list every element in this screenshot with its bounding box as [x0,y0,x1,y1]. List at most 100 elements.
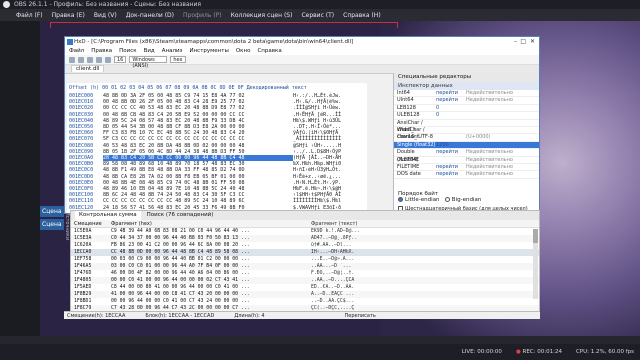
display-mode-select[interactable]: hex [170,56,186,63]
results-scrollbar[interactable] [533,229,538,299]
menu-profile[interactable]: Профиль (P) [183,12,222,19]
hex-row[interactable]: 001EC0D0 48 8B CA E8 2B 7A 02 00 8B F8 EB… [69,174,341,180]
hex-row-bytes[interactable]: 40 53 48 83 EC 20 8B DA 48 8B 0D 02 00 0… [103,143,293,149]
hxd-menu-file[interactable]: Файл [69,47,84,55]
hxd-menu-window[interactable]: Окно [236,47,251,55]
hex-row-bytes[interactable]: 5F C3 CC CC CC CC CC CC CC CC CC CC CC C… [103,136,293,142]
inspector-val[interactable]: 1200 [436,142,466,148]
hex-row-bytes[interactable]: 8B 6C 24 48 48 8B 74 24 50 48 83 C4 30 5… [103,192,293,198]
hxd-menu-view[interactable]: Вид [144,47,155,55]
inspector-row[interactable]: ULEB128 0 [394,112,539,120]
inspector-row[interactable]: UInt64 перейти Недействительно [394,97,539,105]
inspector-val[interactable] [436,127,466,133]
menu-docks[interactable]: Док-панели (D) [126,12,174,19]
hex-row-bytes[interactable]: 00 48 8B 4E 08 48 85 C9 74 0C 48 8B 01 F… [103,180,293,186]
inspector-row[interactable]: DOS date перейти Недействительно [394,171,539,179]
hex-row-bytes[interactable]: 00 CC CC CC 40 53 48 83 EC 20 48 8B D9 E… [103,105,293,111]
big-endian-radio[interactable] [444,197,450,202]
tab-checksum[interactable]: Контрольная сумма [75,211,141,220]
hex-row-text[interactable]: H‹ñI‹èH‹Ú3ÿH…Òt. [293,167,341,173]
special-editors-tab[interactable]: Специальные редакторы [394,73,539,82]
hex-row[interactable]: 001EC0E0 00 48 8B 4E 08 48 85 C9 74 0C 48… [69,180,341,186]
col-hex[interactable]: Фрагмент (hex) [111,220,311,227]
menu-edit[interactable]: Правка (E) [52,12,85,19]
scene-tab[interactable]: Сцена [40,206,64,217]
result-row[interactable]: 1F8B29 41 00 00 96 44 00 00 C8 41 C7 43 2… [71,291,539,298]
encoding-select[interactable]: Windows (ANSI) [129,56,168,69]
result-row[interactable]: 1F4805 00 00 C0 41 00 00 96 44 00 00 00 0… [71,277,539,284]
hex-row-bytes[interactable]: 00 48 8B CB 48 83 C4 20 5B E9 52 00 00 0… [103,112,293,118]
file-tab[interactable]: client.dll [71,65,105,72]
hxd-menu-analysis[interactable]: Анализ [162,47,183,55]
hex-row-text[interactable]: H‰\$.WHƒì H‹ù3ÛL [293,118,341,124]
hex-row-text[interactable]: H‹Êè+z..‹øë.¿... [293,174,341,180]
col-text[interactable]: Фрагмент (текст) [311,220,531,227]
inspector-val[interactable] [436,120,466,126]
hex-row-text[interactable]: _ÃÌÌÌÌÌÌÌÌÌÌÌÌÌÌ [293,136,341,142]
hex-row-bytes[interactable]: 89 58 08 48 89 68 10 48 89 70 18 57 48 8… [103,161,293,167]
hex-row-bytes[interactable]: 48 8B 0D 3A 2F 05 00 48 85 C9 74 15 E8 4… [103,93,293,99]
result-row[interactable]: 1F5AED C8 44 00 00 80 41 00 00 96 44 00 0… [71,284,539,291]
hex-row-bytes[interactable]: 48 89 46 10 EB 04 48 89 7E 10 48 8B 5C 2… [103,186,293,192]
hex-row[interactable]: 001EC080 40 53 48 83 EC 20 8B DA 48 8B 0D… [69,143,341,149]
scene-tab-active[interactable]: Сцена [40,219,64,230]
inspector-val[interactable]: перейти [436,171,466,177]
menu-view[interactable]: Вид (V) [94,12,117,19]
result-row[interactable]: 1F46A5 03 00 C0 C0 01 00 00 96 44 A0 7F B… [71,263,539,270]
hex-row[interactable]: 001EC020 00 CC CC CC 40 53 48 83 EC 20 48… [69,105,341,111]
new-file-icon[interactable] [69,56,75,63]
menu-help[interactable]: Справка (H) [343,12,381,19]
result-row[interactable]: 1EF758 00 03 00 C9 00 00 96 44 40 BB 01 C… [71,256,539,263]
inspector-val[interactable]: перейти [436,149,466,155]
result-row[interactable]: 1F8BD1 00 00 96 44 00 00 C0 41 00 C7 43 2… [71,298,539,305]
hex-row-text[interactable]: .H‹ËHƒÄ [éR...ÌÌ [293,112,341,118]
hex-editor-view[interactable]: Offset (h) 00 01 02 03 04 05 06 07 08 09… [67,83,367,213]
hex-row[interactable]: 001EC030 00 48 8B CB 48 83 C4 20 5B E9 52… [69,112,341,118]
inspector-row[interactable]: OLETIME Недействительно [394,157,539,164]
save-icon[interactable] [87,56,93,63]
hxd-menu-help[interactable]: Справка [257,47,281,55]
inspector-val[interactable]: перейти [436,164,466,170]
hex-row-bytes[interactable]: 8B 05 1B 2F 05 00 4C 8D 44 24 38 48 8B D… [103,149,293,155]
hex-row[interactable]: 001EC040 48 89 5C 24 08 57 48 83 EC 20 48… [69,118,341,124]
close-icon[interactable]: ✕ [530,37,535,47]
bytes-per-row-select[interactable]: 16 [114,56,127,63]
inspector-val[interactable]: 0 [436,112,466,118]
hex-row-bytes[interactable]: FF C3 83 FB 10 7C EC 48 8B 5C 24 30 48 8… [103,130,293,136]
inspector-row[interactable]: LEB128 0 [394,105,539,113]
little-endian-radio[interactable] [398,197,403,202]
hex-row-bytes[interactable]: 48 89 5C 24 08 57 48 83 EC 20 48 8B F9 3… [103,118,293,124]
hex-row-text[interactable]: @SHƒì ‹ÚH‹.....H [293,143,341,149]
hex-row-bytes[interactable]: 48 8B CA E8 2B 7A 02 00 8B F8 EB 05 BF 0… [103,174,293,180]
maximize-icon[interactable]: □ [520,37,526,47]
hex-row-bytes[interactable]: 00 48 8B 0D 26 2F 05 00 48 83 C4 28 E9 2… [103,99,293,105]
menu-tools[interactable]: Сервис (T) [301,12,334,19]
hex-row-text[interactable]: ‹../..L.D$8H‹ÓÿP [293,149,341,155]
inspector-val[interactable] [436,157,466,163]
result-row[interactable]: 1F476D 46 00 D0 4F 82 00 00 96 44 40 A6 0… [71,270,539,277]
minimize-icon[interactable]: – [514,37,517,47]
inspector-row[interactable]: WideChar / char16_t [394,127,539,140]
hex-row[interactable]: 001EC090 8B 05 1B 2F 05 00 4C 8D 44 24 38… [69,149,341,155]
open-file-icon[interactable] [78,56,84,63]
inspector-row[interactable]: Символ UTF-8 (U+0000) [394,134,539,142]
result-row[interactable]: 1C620A FB 86 23 00 41 C2 00 00 96 44 6C 8… [71,242,539,249]
col-offset[interactable]: Смещение [71,220,111,227]
result-row[interactable]: 1ECCA0 CC 48 8B 0D 00 00 96 44 48 8B C4 4… [71,249,539,256]
inspector-val[interactable]: перейти [436,97,466,103]
hex-row-bytes[interactable]: 28 48 83 C4 20 5B C3 CC 00 00 96 44 48 8… [103,155,293,161]
hxd-menu-tools[interactable]: Инструменты [189,47,228,55]
hex-row[interactable]: 001EC070 5F C3 CC CC CC CC CC CC CC CC CC… [69,136,341,142]
hex-row-text[interactable]: ÌÌÌÌÌÌÌÌH‰\$.H‰l [293,198,341,204]
inspector-val[interactable] [436,134,466,140]
hex-row-bytes[interactable]: 8D 05 44 54 3B 00 48 8B CF 8B D3 E8 2A 0… [103,124,293,130]
hex-row-text[interactable]: .H‹N.H…Ét.H‹.ÿP. [293,180,341,186]
tab-search-results[interactable]: Поиск (76 совпадений) [147,211,214,220]
hex-row[interactable]: 001EC0C0 48 8B F1 49 8B E8 48 8B DA 33 FF… [69,167,341,173]
inspector-row[interactable]: Double (float64) перейти Недействительно [394,149,539,163]
hex-row-text[interactable]: .ÌÌÌ@SHƒì H‹Ùèw. [293,105,341,111]
hex-row-bytes[interactable]: 48 8B F1 49 8B E8 48 8B DA 33 FF 48 85 D… [103,167,293,173]
result-row[interactable]: 1C5E0A C9 4B 39 44 A0 6B 83 08 21 00 C0 4… [71,228,539,235]
inspector-row[interactable]: AnsiChar / char8_t [394,120,539,133]
inspector-val[interactable]: 0 [436,105,466,111]
